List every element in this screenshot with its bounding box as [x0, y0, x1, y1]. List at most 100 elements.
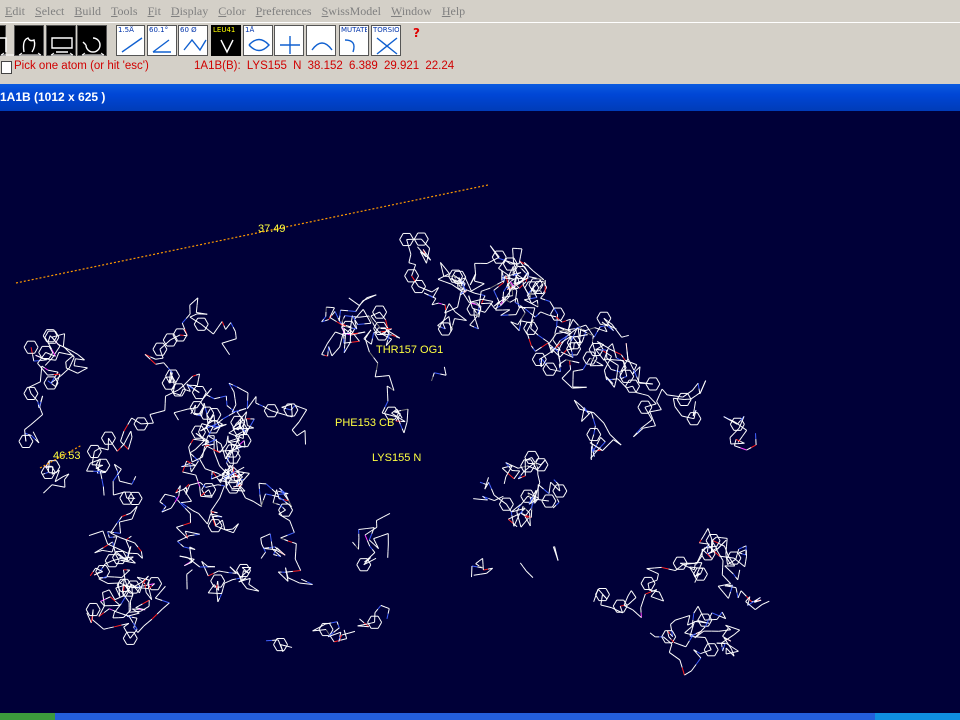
bond	[100, 601, 103, 605]
bond	[216, 414, 222, 421]
bond	[703, 643, 709, 650]
bond	[293, 409, 299, 417]
bond	[326, 337, 332, 344]
bond	[480, 498, 488, 501]
torsion-measure-tool-button[interactable]: 60 Ø	[178, 25, 208, 56]
bond	[221, 321, 225, 326]
menu-help[interactable]: Help	[437, 4, 470, 19]
bond	[336, 621, 339, 625]
bond	[189, 569, 193, 573]
menu-build[interactable]: Build	[69, 4, 106, 19]
bond	[292, 405, 296, 409]
identify-tool-button[interactable]: LEU41	[211, 25, 241, 56]
bond	[329, 351, 333, 357]
distance-tool-button[interactable]: 1.5Å	[116, 25, 145, 56]
bond	[593, 450, 598, 452]
bond	[192, 448, 196, 452]
move-tool-button[interactable]	[14, 25, 44, 56]
bond	[409, 254, 412, 259]
superpose-tool-button[interactable]	[306, 25, 336, 56]
bond	[642, 393, 649, 397]
translate-tool-button[interactable]	[46, 25, 76, 56]
bond	[642, 593, 646, 602]
menu-window[interactable]: Window	[386, 4, 437, 19]
bond	[225, 439, 228, 445]
bond	[670, 643, 673, 649]
bond	[707, 528, 711, 534]
bond	[725, 546, 728, 555]
bond	[514, 322, 518, 326]
bond	[628, 607, 633, 611]
bond	[189, 316, 196, 322]
bond	[692, 613, 695, 620]
bond	[47, 369, 54, 372]
bond	[411, 275, 416, 282]
menu-swissmodel[interactable]: SwissModel	[317, 4, 386, 19]
bond	[43, 376, 48, 384]
menu-edit[interactable]: Edit	[0, 4, 30, 19]
bond	[265, 533, 271, 537]
bond	[340, 309, 349, 312]
help-tool-button[interactable]: ?	[412, 25, 426, 56]
bond	[375, 362, 379, 371]
center-tool-button[interactable]	[274, 25, 304, 56]
bond	[97, 624, 105, 630]
bond	[339, 339, 342, 348]
menu-tools[interactable]: Tools	[106, 4, 143, 19]
bond	[173, 410, 181, 414]
window-titlebar[interactable]: 1A1B (1012 x 625 )	[0, 84, 960, 111]
bond	[620, 354, 624, 358]
bond	[437, 278, 446, 283]
bond	[281, 509, 286, 513]
bond	[113, 611, 116, 615]
bond	[253, 500, 258, 505]
bond	[601, 594, 603, 600]
bond	[650, 403, 657, 407]
bond	[221, 485, 225, 493]
bond	[188, 446, 191, 455]
bond	[211, 483, 217, 490]
bond	[142, 599, 150, 605]
mutate-tool-button[interactable]: MUTATE	[339, 25, 369, 56]
bond	[540, 297, 546, 301]
bond	[204, 489, 210, 494]
bond	[625, 334, 629, 337]
bond	[74, 358, 76, 363]
angle-tool-button[interactable]: 60.1°	[147, 25, 177, 56]
start-button[interactable]	[0, 713, 55, 720]
menu-select[interactable]: Select	[30, 4, 69, 19]
bond	[473, 498, 481, 500]
bond	[273, 554, 278, 556]
menu-display[interactable]: Display	[166, 4, 213, 19]
bond	[191, 392, 197, 399]
menu-preferences[interactable]: Preferences	[251, 4, 317, 19]
menu-fit[interactable]: Fit	[143, 4, 166, 19]
bond	[609, 343, 613, 347]
bond	[245, 497, 250, 501]
bond	[207, 588, 212, 594]
structure-tool-button[interactable]	[0, 25, 24, 56]
bond	[699, 571, 703, 575]
bond	[689, 562, 696, 565]
bond	[382, 513, 391, 518]
bond	[204, 408, 208, 414]
bond	[735, 576, 739, 581]
bond	[520, 495, 525, 503]
bond	[159, 349, 162, 354]
torsion-tool-button[interactable]: TORSION	[371, 25, 401, 56]
molecule-canvas[interactable]	[0, 111, 960, 713]
bond	[145, 592, 150, 597]
bond	[105, 465, 111, 472]
menu-color[interactable]: Color	[213, 4, 250, 19]
view-tool-button[interactable]: 1Å	[243, 25, 273, 56]
bond	[705, 528, 709, 533]
bond	[28, 384, 35, 388]
molecule-viewport[interactable]: 37.49 46.53 THR157 OG1 PHE153 CB LYS155 …	[0, 111, 960, 713]
bond	[580, 324, 587, 328]
bond	[596, 361, 604, 367]
bond	[119, 480, 126, 484]
rotate-tool-button[interactable]	[77, 25, 107, 56]
bond	[155, 358, 160, 360]
bond	[120, 436, 123, 442]
bond	[724, 565, 730, 571]
